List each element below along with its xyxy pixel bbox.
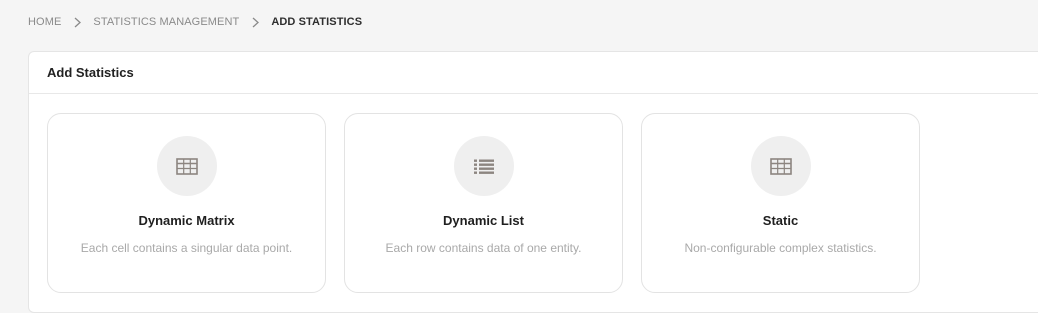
icon-circle	[453, 136, 514, 196]
add-statistics-panel: Add Statistics Dynamic Matrix Each cell …	[28, 51, 1038, 313]
card-title: Static	[762, 213, 799, 228]
dynamic-matrix-card[interactable]: Dynamic Matrix Each cell contains a sing…	[47, 113, 326, 293]
statistics-type-cards: Dynamic Matrix Each cell contains a sing…	[47, 113, 920, 293]
breadcrumb-statistics-management[interactable]: STATISTICS MANAGEMENT	[93, 16, 239, 28]
card-title: Dynamic Matrix	[138, 213, 235, 228]
card-title: Dynamic List	[443, 213, 524, 228]
breadcrumb-add-statistics: ADD STATISTICS	[271, 16, 363, 28]
card-description: Non-configurable complex statistics.	[684, 241, 877, 255]
breadcrumb-home[interactable]: HOME	[28, 16, 61, 28]
table-icon	[175, 157, 198, 175]
panel-header: Add Statistics	[29, 52, 1038, 94]
dynamic-list-card[interactable]: Dynamic List Each row contains data of o…	[344, 113, 623, 293]
icon-circle	[156, 136, 217, 196]
breadcrumb: HOME STATISTICS MANAGEMENT ADD STATISTIC…	[28, 16, 362, 28]
chevron-right-icon	[252, 17, 260, 28]
icon-circle	[750, 136, 811, 196]
list-icon	[473, 159, 494, 174]
chevron-right-icon	[74, 17, 82, 28]
card-description: Each cell contains a singular data point…	[80, 241, 293, 255]
card-description: Each row contains data of one entity.	[385, 241, 582, 255]
static-card[interactable]: Static Non-configurable complex statisti…	[641, 113, 920, 293]
panel-title: Add Statistics	[47, 65, 134, 80]
table-icon	[769, 157, 792, 175]
